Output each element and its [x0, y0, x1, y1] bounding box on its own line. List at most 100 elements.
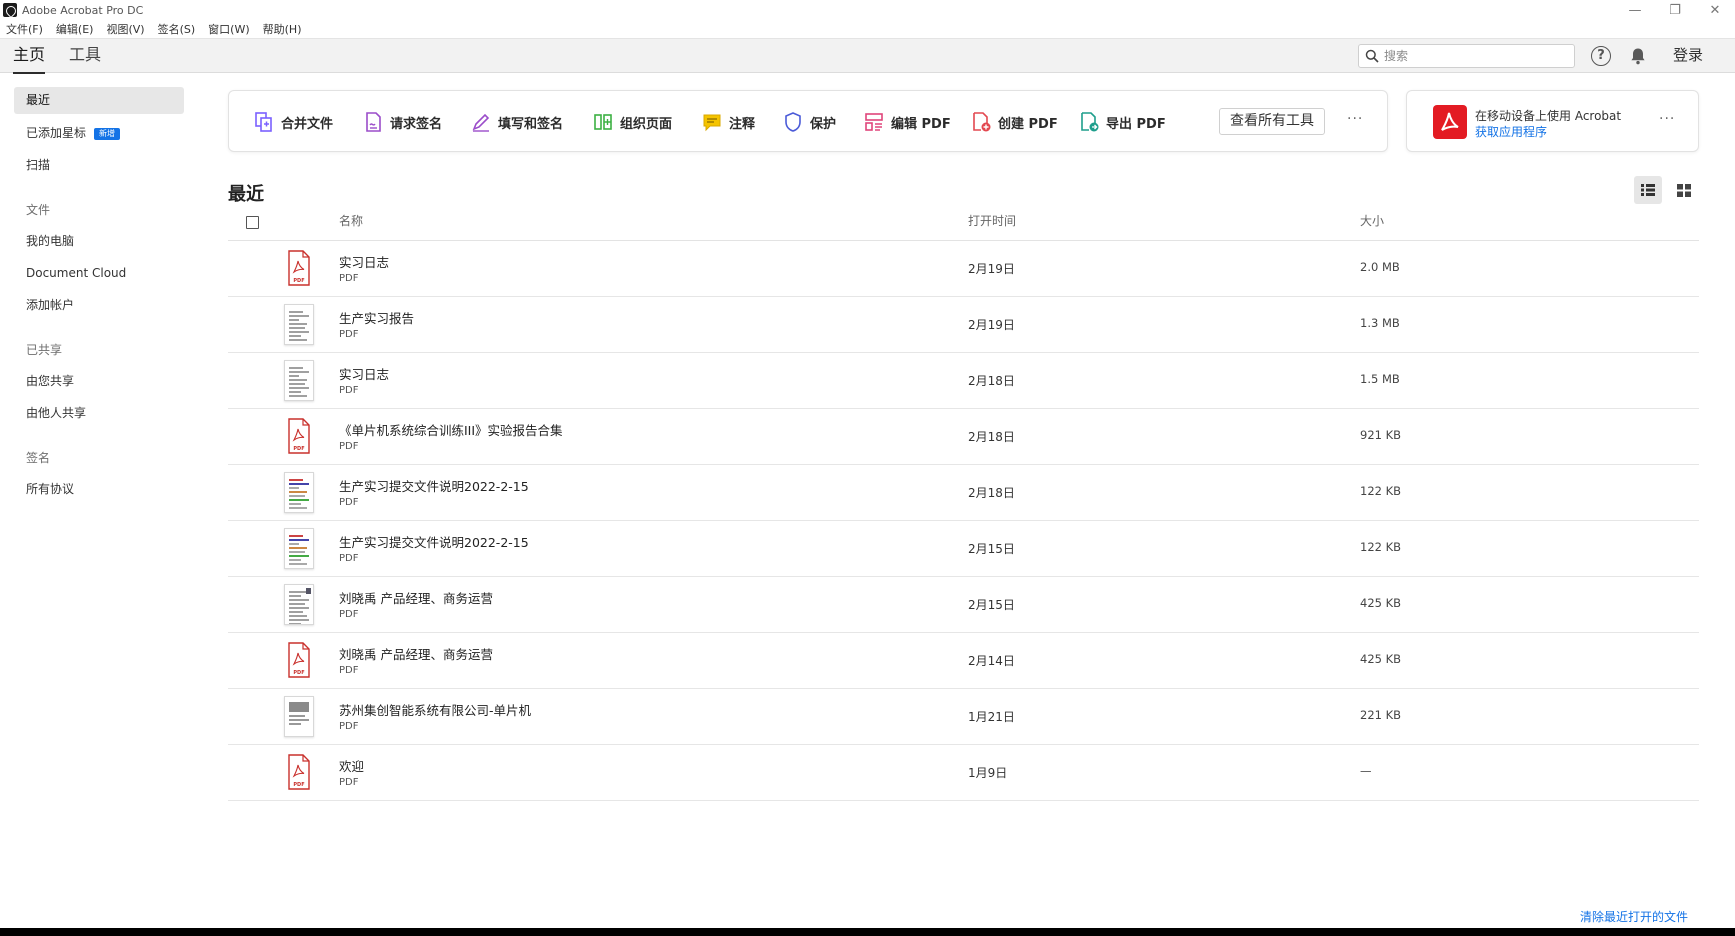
file-row[interactable]: 苏州集创智能系统有限公司-单片机 PDF 1月21日 221 KB — [228, 689, 1699, 745]
recent-table-header: 名称 打开时间 大小 — [228, 206, 1699, 241]
tool-export-pdf[interactable]: 导出 PDF — [1078, 91, 1166, 153]
grid-view-button[interactable] — [1670, 176, 1698, 204]
file-size: 221 KB — [1360, 708, 1402, 722]
file-opened-date: 2月19日 — [968, 262, 1015, 276]
grid-view-icon — [1677, 184, 1691, 197]
sidebar-item-label: 最近 — [26, 93, 51, 107]
column-opened[interactable]: 打开时间 — [968, 212, 1016, 229]
tool-label: 填写和签名 — [498, 116, 564, 132]
menu-edit[interactable]: 编辑(E) — [56, 21, 94, 37]
file-name: 生产实习报告 — [339, 311, 415, 326]
menu-file[interactable]: 文件(F) — [6, 21, 43, 37]
file-type: PDF — [339, 329, 359, 340]
select-all-checkbox[interactable] — [246, 216, 259, 229]
comment-icon — [703, 114, 721, 132]
sidebar-item-document-cloud[interactable]: Document Cloud — [14, 260, 184, 287]
menu-bar: 文件(F) 编辑(E) 视图(V) 签名(S) 窗口(W) 帮助(H) — [0, 20, 314, 38]
svg-text:PDF: PDF — [293, 670, 304, 676]
file-row[interactable]: 生产实习报告 PDF 2月19日 1.3 MB — [228, 297, 1699, 353]
tool-protect[interactable]: 保护 — [782, 91, 836, 153]
list-view-button[interactable] — [1634, 176, 1662, 204]
tools-more-button[interactable]: ··· — [1347, 111, 1363, 127]
tool-label: 导出 PDF — [1106, 116, 1166, 132]
pdf-thumbnail: PDF — [284, 640, 314, 681]
file-size: 921 KB — [1360, 428, 1402, 442]
file-row[interactable]: 实习日志 PDF 2月18日 1.5 MB — [228, 353, 1699, 409]
view-all-tools-button[interactable]: 查看所有工具 — [1219, 108, 1325, 135]
pdf-thumbnail: PDF — [284, 248, 314, 289]
file-row[interactable]: PDF 《单片机系统综合训练III》实验报告合集 PDF 2月18日 921 KB — [228, 409, 1699, 465]
menu-sign[interactable]: 签名(S) — [158, 21, 196, 37]
login-button[interactable]: 登录 — [1673, 39, 1703, 73]
close-button[interactable]: ✕ — [1695, 0, 1735, 20]
search-input[interactable] — [1384, 49, 1564, 63]
tool-edit-pdf[interactable]: 编辑 PDF — [863, 91, 951, 153]
file-name: 生产实习提交文件说明2022-2-15 — [339, 535, 529, 550]
menu-view[interactable]: 视图(V) — [106, 21, 144, 37]
file-row[interactable]: PDF 实习日志 PDF 2月19日 2.0 MB — [228, 241, 1699, 297]
tool-label: 请求签名 — [390, 116, 443, 132]
title-bar: Adobe Acrobat Pro DC — ❐ ✕ — [0, 0, 1735, 20]
clear-recent-files-link[interactable]: 清除最近打开的文件 — [1580, 908, 1688, 925]
tool-organize-pages[interactable]: 组织页面 — [592, 91, 672, 153]
sidebar-item-label: 扫描 — [26, 158, 51, 172]
promo-more-button[interactable]: ··· — [1659, 111, 1675, 127]
file-opened-date: 1月21日 — [968, 710, 1015, 724]
file-size: 1.5 MB — [1360, 372, 1400, 386]
sidebar-item-label: 已添加星标 — [26, 126, 87, 140]
column-size[interactable]: 大小 — [1360, 212, 1384, 229]
sidebar-item-label: Document Cloud — [26, 266, 127, 280]
tool-create-pdf[interactable]: 创建 PDF — [970, 91, 1058, 153]
file-size: 2.0 MB — [1360, 260, 1400, 274]
menu-help[interactable]: 帮助(H) — [263, 21, 302, 37]
tool-fill-and-sign[interactable]: 填写和签名 — [470, 91, 563, 153]
sidebar-item-scan[interactable]: 扫描 — [14, 152, 184, 179]
get-app-link[interactable]: 获取应用程序 — [1475, 123, 1547, 140]
svg-text:PDF: PDF — [293, 278, 304, 284]
acrobat-logo-icon — [3, 3, 17, 17]
create-pdf-icon — [973, 112, 991, 132]
tool-combine-files[interactable]: 合并文件 — [253, 91, 333, 153]
pdf-file-icon: PDF — [288, 642, 310, 678]
file-size: 122 KB — [1360, 484, 1402, 498]
tools-bar: 合并文件 请求签名 填写和签名 组织页面 注释 保护 编辑 PDF 创建 PDF… — [228, 90, 1388, 152]
mobile-promo-card: 在移动设备上使用 Acrobat 获取应用程序 ··· — [1406, 90, 1699, 152]
menu-window[interactable]: 窗口(W) — [208, 21, 249, 37]
file-name: 刘晓禹 产品经理、商务运营 — [339, 647, 493, 662]
tool-comment[interactable]: 注释 — [701, 91, 755, 153]
promo-text: 在移动设备上使用 Acrobat — [1475, 109, 1622, 123]
window-title: Adobe Acrobat Pro DC — [22, 3, 144, 17]
sidebar-item-shared-by-others[interactable]: 由他人共享 — [14, 400, 184, 427]
document-thumbnail — [284, 696, 314, 737]
file-row[interactable]: 生产实习提交文件说明2022-2-15 PDF 2月15日 122 KB — [228, 521, 1699, 577]
minimize-button[interactable]: — — [1615, 0, 1655, 20]
sidebar-item-my-computer[interactable]: 我的电脑 — [14, 228, 184, 255]
sidebar-item-starred[interactable]: 已添加星标 新增 — [14, 120, 184, 147]
sidebar-item-label: 由您共享 — [26, 374, 75, 388]
document-thumbnail — [284, 472, 314, 513]
file-row[interactable]: 生产实习提交文件说明2022-2-15 PDF 2月18日 122 KB — [228, 465, 1699, 521]
file-size: 425 KB — [1360, 652, 1402, 666]
file-name: 实习日志 — [339, 255, 390, 270]
file-row[interactable]: 刘晓禹 产品经理、商务运营 PDF 2月15日 425 KB — [228, 577, 1699, 633]
sidebar-item-label: 添加帐户 — [26, 298, 75, 312]
file-opened-date: 2月18日 — [968, 374, 1015, 388]
file-row[interactable]: PDF 刘晓禹 产品经理、商务运营 PDF 2月14日 425 KB — [228, 633, 1699, 689]
tool-request-signature[interactable]: 请求签名 — [362, 91, 442, 153]
sidebar-item-shared-by-you[interactable]: 由您共享 — [14, 368, 184, 395]
file-row[interactable]: PDF 欢迎 PDF 1月9日 — — [228, 745, 1699, 801]
tab-home[interactable]: 主页 — [13, 39, 46, 74]
sidebar-item-all-agreements[interactable]: 所有协议 — [14, 476, 184, 503]
notification-bell-icon[interactable] — [1628, 46, 1648, 66]
restore-button[interactable]: ❐ — [1655, 0, 1695, 20]
file-type: PDF — [339, 441, 359, 452]
column-name[interactable]: 名称 — [339, 212, 363, 229]
help-icon[interactable]: ? — [1591, 46, 1611, 66]
sidebar-item-recent[interactable]: 最近 — [14, 87, 184, 114]
tab-tools[interactable]: 工具 — [69, 39, 101, 73]
document-thumbnail — [284, 304, 314, 345]
search-box — [1358, 44, 1575, 68]
sidebar-item-add-account[interactable]: 添加帐户 — [14, 292, 184, 319]
file-name: 《单片机系统综合训练III》实验报告合集 — [339, 423, 563, 438]
file-type: PDF — [339, 609, 359, 620]
